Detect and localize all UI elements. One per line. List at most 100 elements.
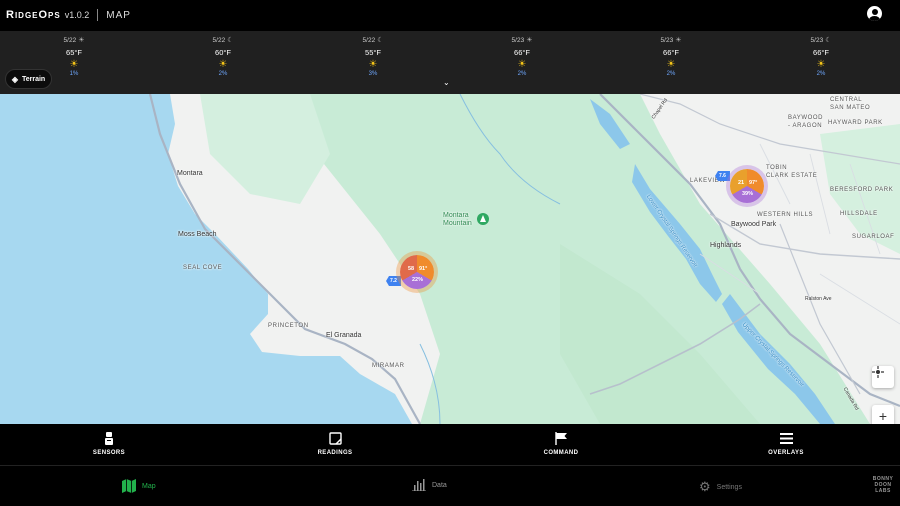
map-tiles bbox=[0, 94, 900, 424]
forecast-date: 5/23 bbox=[660, 37, 674, 44]
forecast-precip: 1% bbox=[69, 71, 79, 77]
cluster-value-a: 58 bbox=[408, 266, 415, 272]
map-label-baywood-aragon: BAYWOOD - ARAGON bbox=[788, 115, 824, 129]
forecast-precip: 2% bbox=[666, 71, 676, 77]
chevron-down-icon[interactable]: ⌄ bbox=[443, 78, 450, 87]
flag-icon bbox=[511, 430, 611, 446]
terrain-toggle-button[interactable]: ◈ Terrain bbox=[5, 69, 52, 89]
gear-icon: ⚙ bbox=[699, 479, 711, 494]
map-label-moss-beach: Moss Beach bbox=[178, 231, 217, 238]
forecast-temp: 55°F bbox=[365, 48, 381, 57]
map-canvas[interactable]: Montara Moss Beach SEAL COVE PRINCETON E… bbox=[0, 94, 900, 424]
app-version: v1.0.2 bbox=[64, 10, 90, 20]
forecast-date: 5/22 bbox=[212, 37, 226, 44]
command-button[interactable]: COMMAND bbox=[511, 430, 611, 456]
map-label-ralston-ave: Ralston Ave bbox=[805, 296, 832, 302]
forecast-precip: 2% bbox=[218, 71, 228, 77]
map-label-western-hills: WESTERN HILLS bbox=[757, 212, 814, 218]
map-label-el-granada: El Granada bbox=[326, 332, 362, 339]
app-name: RidgeOps bbox=[6, 9, 61, 21]
map-label-seal-cove: SEAL COVE bbox=[183, 265, 223, 271]
nav-item-data[interactable]: Data bbox=[412, 479, 447, 491]
bar-chart-icon bbox=[412, 479, 426, 491]
cluster-value-a: 21 bbox=[738, 180, 745, 186]
sun-icon: ☀ bbox=[218, 59, 228, 70]
sensor-cluster-marker[interactable]: 58 91° 22% bbox=[400, 255, 434, 289]
map-label-montara-mountain: Montara Mountain bbox=[443, 212, 472, 227]
map-label-highlands: Highlands bbox=[710, 242, 742, 249]
sensors-label: SENSORS bbox=[92, 450, 126, 456]
map-label-miramar: MIRAMAR bbox=[372, 363, 405, 369]
sun-icon: ☀ bbox=[517, 59, 527, 70]
day-night-icon: ☀ bbox=[526, 37, 533, 44]
forecast-precip: 3% bbox=[368, 71, 378, 77]
forecast-date: 5/23 bbox=[810, 37, 824, 44]
forecast-item: 5/22 ☾ 60°F ☀ 2% bbox=[193, 36, 253, 77]
forecast-temp: 65°F bbox=[66, 48, 82, 57]
cluster-value-c: 22% bbox=[412, 277, 424, 283]
weather-forecast-strip: 5/22 ☀ 65°F ☀ 1% 5/22 ☾ 60°F ☀ 2% 5/22 ☾ 55… bbox=[0, 31, 900, 94]
nav-data-label: Data bbox=[432, 481, 447, 489]
forecast-temp: 66°F bbox=[813, 48, 829, 57]
readings-icon bbox=[285, 430, 385, 446]
day-night-icon: ☾ bbox=[825, 37, 832, 44]
cluster-value-b: 97° bbox=[749, 180, 758, 186]
sensor-icon bbox=[59, 430, 159, 446]
forecast-item: 5/23 ☀ 66°F ☀ 2% bbox=[641, 36, 701, 77]
forecast-item: 5/23 ☀ 66°F ☀ 2% bbox=[492, 36, 552, 77]
bottom-navigation: Map Data ⚙ Settings BONNY DOON LABS bbox=[0, 467, 900, 506]
map-label-hillsdale: HILLSDALE bbox=[840, 211, 878, 217]
sensor-flag-marker[interactable]: 7.6 bbox=[715, 171, 730, 181]
nav-item-settings[interactable]: ⚙ Settings bbox=[699, 479, 742, 495]
sun-icon: ☀ bbox=[816, 59, 826, 70]
divider bbox=[97, 9, 99, 21]
page-title: MAP bbox=[106, 9, 131, 21]
top-bar: RidgeOps v1.0.2 MAP bbox=[0, 0, 900, 30]
layers-icon: ◈ bbox=[11, 74, 18, 84]
map-icon bbox=[122, 479, 136, 493]
sensors-button[interactable]: SENSORS bbox=[59, 430, 159, 456]
forecast-item: 5/22 ☾ 55°F ☀ 3% bbox=[343, 36, 403, 77]
sun-icon: ☀ bbox=[368, 59, 378, 70]
map-label-baywood-park: Baywood Park bbox=[731, 221, 777, 228]
day-night-icon: ☀ bbox=[675, 37, 682, 44]
readings-label: READINGS bbox=[317, 450, 353, 456]
sun-icon: ☀ bbox=[69, 59, 79, 70]
recenter-icon[interactable] bbox=[872, 366, 894, 388]
map-label-beresford: BERESFORD PARK bbox=[830, 187, 894, 193]
overlays-button[interactable]: OVERLAYS bbox=[736, 430, 836, 456]
app-root: RidgeOps v1.0.2 MAP 5/22 ☀ 65°F ☀ 1% 5/22… bbox=[0, 0, 900, 506]
map-label-montara: Montara bbox=[177, 170, 203, 177]
menu-icon bbox=[736, 430, 836, 446]
forecast-item: 5/22 ☀ 65°F ☀ 1% bbox=[44, 36, 104, 77]
nav-item-map[interactable]: Map bbox=[122, 479, 156, 493]
cluster-value-c: 39% bbox=[742, 191, 754, 197]
forecast-date: 5/22 bbox=[362, 37, 376, 44]
zoom-in-button[interactable]: + bbox=[872, 405, 894, 424]
day-night-icon: ☀ bbox=[78, 37, 85, 44]
forecast-item: 5/23 ☾ 66°F ☀ 2% bbox=[791, 36, 851, 77]
forecast-temp: 66°F bbox=[663, 48, 679, 57]
forecast-date: 5/23 bbox=[511, 37, 525, 44]
readings-button[interactable]: READINGS bbox=[285, 430, 385, 456]
map-label-central-san-mateo: CENTRAL SAN MATEO bbox=[830, 97, 871, 111]
sensor-cluster-marker[interactable]: 21 97° 39% bbox=[730, 169, 764, 203]
forecast-date: 5/22 bbox=[63, 37, 77, 44]
overlays-label: OVERLAYS bbox=[768, 450, 804, 456]
user-account-icon[interactable] bbox=[867, 6, 882, 21]
nav-map-label: Map bbox=[142, 482, 156, 490]
sun-icon: ☀ bbox=[666, 59, 676, 70]
map-label-hayward-park: HAYWARD PARK bbox=[828, 120, 883, 126]
command-label: COMMAND bbox=[543, 450, 579, 456]
forecast-precip: 2% bbox=[517, 71, 527, 77]
nav-settings-label: Settings bbox=[716, 483, 742, 491]
day-night-icon: ☾ bbox=[377, 37, 384, 44]
map-label-sugarloaf: SUGARLOAF bbox=[852, 234, 895, 240]
forecast-temp: 60°F bbox=[215, 48, 231, 57]
map-label-princeton: PRINCETON bbox=[268, 323, 309, 329]
terrain-label: Terrain bbox=[21, 75, 46, 83]
forecast-temp: 66°F bbox=[514, 48, 530, 57]
action-toolbar: SENSORS READINGS COMMAND OVERLAYS bbox=[0, 424, 900, 466]
sensor-flag-marker[interactable]: 7.2 bbox=[386, 276, 401, 286]
forecast-precip: 2% bbox=[816, 71, 826, 77]
